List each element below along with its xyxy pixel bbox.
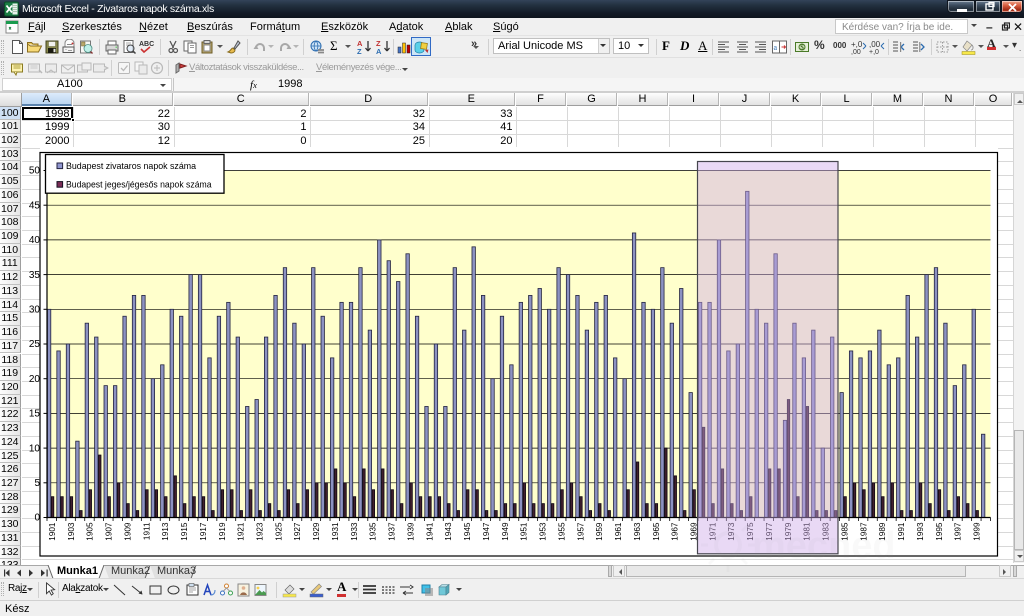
svg-text:1915: 1915 — [180, 522, 189, 541]
svg-text:35: 35 — [29, 270, 41, 281]
svg-text:1961: 1961 — [614, 522, 623, 541]
svg-text:1967: 1967 — [671, 522, 680, 541]
svg-text:1959: 1959 — [595, 522, 604, 541]
svg-text:40: 40 — [29, 235, 41, 246]
svg-text:25: 25 — [29, 339, 41, 350]
svg-text:Budapest jeges/jégesős napok s: Budapest jeges/jégesős napok száma — [66, 178, 212, 189]
svg-text:30: 30 — [29, 305, 41, 316]
svg-text:1911: 1911 — [142, 522, 151, 540]
svg-text:1957: 1957 — [576, 522, 585, 541]
svg-text:1945: 1945 — [463, 522, 472, 541]
svg-text:1921: 1921 — [237, 522, 246, 541]
svg-text:1935: 1935 — [369, 522, 378, 541]
svg-text:1917: 1917 — [199, 522, 208, 541]
svg-text:1989: 1989 — [878, 522, 887, 541]
svg-text:1993: 1993 — [916, 522, 925, 541]
svg-text:1947: 1947 — [482, 522, 491, 541]
svg-text:1997: 1997 — [954, 522, 963, 541]
svg-text:1995: 1995 — [935, 522, 944, 541]
svg-text:1985: 1985 — [840, 522, 849, 541]
svg-text:Budapest zivataros napok száma: Budapest zivataros napok száma — [66, 160, 197, 171]
svg-text:1933: 1933 — [350, 522, 359, 541]
svg-text:5: 5 — [34, 478, 40, 489]
svg-text:1929: 1929 — [312, 522, 321, 541]
svg-text:15: 15 — [29, 409, 41, 420]
svg-text:1919: 1919 — [218, 522, 227, 541]
svg-text:1913: 1913 — [161, 522, 170, 541]
svg-text:1931: 1931 — [331, 522, 340, 541]
svg-text:10: 10 — [29, 443, 41, 454]
svg-text:20: 20 — [29, 374, 41, 385]
svg-text:1999: 1999 — [973, 522, 982, 541]
svg-text:1987: 1987 — [859, 522, 868, 541]
svg-text:1965: 1965 — [652, 522, 661, 541]
svg-text:1925: 1925 — [274, 522, 283, 541]
svg-text:1939: 1939 — [406, 522, 415, 541]
svg-text:1907: 1907 — [105, 522, 114, 541]
svg-text:1955: 1955 — [557, 522, 566, 541]
svg-text:1991: 1991 — [897, 522, 906, 541]
svg-text:1903: 1903 — [67, 522, 76, 541]
svg-text:1937: 1937 — [388, 522, 397, 541]
svg-text:50: 50 — [29, 166, 41, 177]
svg-text:1923: 1923 — [255, 522, 264, 541]
svg-text:1909: 1909 — [123, 522, 132, 541]
svg-text:1949: 1949 — [501, 522, 510, 541]
svg-text:0: 0 — [34, 513, 40, 524]
svg-text:1951: 1951 — [520, 522, 529, 541]
svg-text:1943: 1943 — [444, 522, 453, 541]
svg-text:1905: 1905 — [86, 522, 95, 541]
svg-text:1941: 1941 — [425, 522, 434, 541]
svg-text:1901: 1901 — [48, 522, 57, 541]
svg-text:1953: 1953 — [539, 522, 548, 541]
svg-text:45: 45 — [29, 200, 41, 211]
svg-text:1927: 1927 — [293, 522, 302, 541]
svg-text:1963: 1963 — [633, 522, 642, 541]
